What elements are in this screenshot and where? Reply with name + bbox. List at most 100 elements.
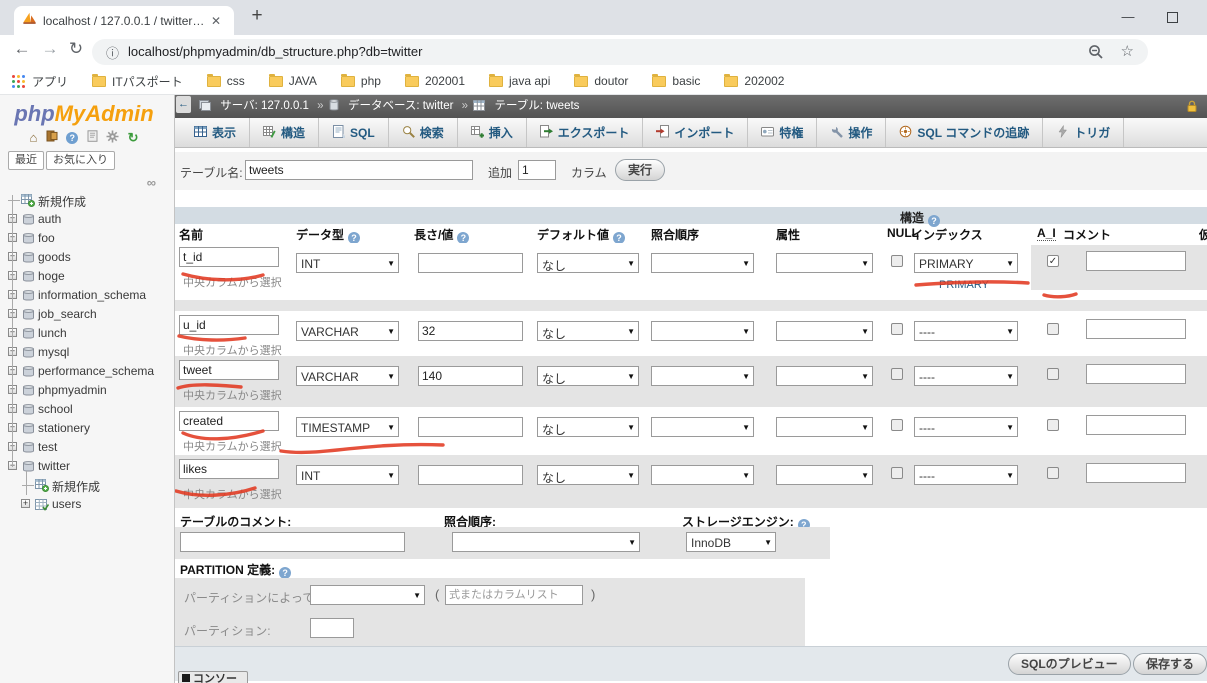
tree-item-users-label[interactable]: users	[52, 497, 81, 511]
bookmark-item[interactable]: JAVA	[268, 73, 317, 90]
breadcrumb-server[interactable]: サーバ: 127.0.0.1	[220, 100, 309, 112]
tab-操作[interactable]: 操作	[817, 118, 887, 147]
column-type-select[interactable]: TIMESTAMP ▼	[296, 417, 399, 437]
breadcrumb-table[interactable]: テーブル: tweets	[494, 100, 579, 112]
settings-icon[interactable]	[106, 130, 119, 146]
column-length-input[interactable]	[418, 417, 523, 437]
null-checkbox[interactable]	[891, 368, 903, 380]
null-checkbox[interactable]	[891, 467, 903, 479]
auto-increment-checkbox[interactable]	[1047, 419, 1059, 431]
bookmark-item[interactable]: doutor	[574, 73, 628, 90]
expander-plus-icon[interactable]: +	[21, 499, 30, 508]
column-collation-select[interactable]: ▼	[651, 321, 754, 341]
column-length-input[interactable]	[418, 465, 523, 485]
table-comment-input[interactable]	[180, 532, 405, 552]
column-default-select[interactable]: なし ▼	[537, 366, 639, 386]
tree-item-performance_schema-label[interactable]: performance_schema	[38, 364, 154, 378]
column-collation-select[interactable]: ▼	[651, 253, 754, 273]
column-attributes-select[interactable]: ▼	[776, 465, 873, 485]
column-attributes-select[interactable]: ▼	[776, 321, 873, 341]
back-icon[interactable]: ←	[10, 39, 34, 59]
bookmark-item[interactable]: 202002	[724, 73, 784, 90]
null-checkbox[interactable]	[891, 323, 903, 335]
refresh-icon[interactable]: ↻	[128, 130, 139, 146]
column-length-input[interactable]	[418, 253, 523, 273]
central-columns-link[interactable]: 中央カラムから選択	[183, 486, 282, 502]
column-collation-select[interactable]: ▼	[651, 465, 754, 485]
tree-item-twitter-new-table-label[interactable]: 新規作成	[52, 478, 100, 495]
add-columns-input[interactable]	[518, 160, 556, 180]
tab-特権[interactable]: 特権	[748, 118, 818, 147]
auto-increment-checkbox[interactable]	[1047, 467, 1059, 479]
storage-engine-select[interactable]: InnoDB ▼	[686, 532, 776, 552]
bookmark-star-icon[interactable]: ☆	[1121, 42, 1134, 60]
tree-item-auth-label[interactable]: auth	[38, 212, 61, 226]
column-default-select[interactable]: なし ▼	[537, 253, 639, 273]
maximize-button[interactable]	[1152, 0, 1192, 35]
column-default-select[interactable]: なし ▼	[537, 465, 639, 485]
auto-increment-checkbox[interactable]	[1047, 368, 1059, 380]
auto-increment-checkbox[interactable]: ✓	[1047, 255, 1059, 267]
column-length-input[interactable]	[418, 321, 523, 341]
page-info-icon[interactable]: ⓘ	[106, 43, 119, 62]
tree-item-school-label[interactable]: school	[38, 402, 73, 416]
column-comment-input[interactable]	[1086, 319, 1186, 339]
recent-button[interactable]: 最近	[8, 151, 44, 170]
column-default-select[interactable]: なし ▼	[537, 321, 639, 341]
address-bar[interactable]: ⓘ localhost/phpmyadmin/db_structure.php?…	[92, 39, 1148, 65]
preview-sql-button[interactable]: SQLのプレビュー	[1008, 653, 1131, 675]
tree-item-stationery-label[interactable]: stationery	[38, 421, 90, 435]
url-text[interactable]: localhost/phpmyadmin/db_structure.php?db…	[128, 44, 422, 59]
bookmark-item[interactable]: 202001	[404, 73, 465, 90]
tree-item-mysql-label[interactable]: mysql	[38, 345, 69, 359]
docs-icon[interactable]	[87, 130, 98, 145]
tree-item-job_search-label[interactable]: job_search	[38, 307, 97, 321]
link-icon[interactable]: ∞	[147, 175, 156, 190]
column-name-input[interactable]	[179, 315, 279, 335]
column-attributes-select[interactable]: ▼	[776, 253, 873, 273]
column-length-input[interactable]	[418, 366, 523, 386]
central-columns-link[interactable]: 中央カラムから選択	[183, 387, 282, 403]
panel-toggle-icon[interactable]: ←	[176, 96, 191, 113]
partitions-count-input[interactable]	[310, 618, 354, 638]
tab-トリガ[interactable]: トリガ	[1043, 118, 1125, 147]
tree-item-foo-label[interactable]: foo	[38, 231, 55, 245]
tab-挿入[interactable]: 挿入	[458, 118, 527, 147]
central-columns-link[interactable]: 中央カラムから選択	[183, 438, 282, 454]
column-index-select[interactable]: ---- ▼	[914, 465, 1018, 485]
column-comment-input[interactable]	[1086, 463, 1186, 483]
zoom-icon[interactable]	[1088, 44, 1104, 65]
bookmark-item[interactable]: basic	[652, 73, 700, 90]
new-tab-button[interactable]: +	[245, 5, 269, 27]
minimize-button[interactable]: —	[1108, 0, 1148, 35]
tab-表示[interactable]: 表示	[181, 118, 251, 147]
partition-expression-input[interactable]	[445, 585, 583, 605]
tree-item-test-label[interactable]: test	[38, 440, 57, 454]
home-icon[interactable]: ⌂	[29, 130, 37, 145]
column-index-select[interactable]: ---- ▼	[914, 366, 1018, 386]
save-button[interactable]: 保存する	[1133, 653, 1207, 675]
column-attributes-select[interactable]: ▼	[776, 417, 873, 437]
column-comment-input[interactable]	[1086, 364, 1186, 384]
help-icon[interactable]: ?	[66, 131, 79, 144]
column-default-select[interactable]: なし ▼	[537, 417, 639, 437]
column-index-select[interactable]: ---- ▼	[914, 321, 1018, 341]
bookmark-item[interactable]: php	[340, 73, 381, 90]
forward-icon[interactable]: →	[38, 39, 62, 59]
index-hint[interactable]: PRIMARY	[939, 279, 989, 291]
pma-logo[interactable]: phpMyAdmin	[0, 101, 168, 127]
tree-item-information_schema-label[interactable]: information_schema	[38, 288, 146, 302]
tab-close-icon[interactable]: ✕	[211, 14, 221, 28]
bookmark-item[interactable]: ITパスポート	[92, 73, 183, 90]
column-index-select[interactable]: PRIMARY ▼	[914, 253, 1018, 273]
bookmark-apps[interactable]: アプリ	[12, 73, 68, 90]
column-comment-input[interactable]	[1086, 251, 1186, 271]
tree-item-hoge-label[interactable]: hoge	[38, 269, 65, 283]
browser-tab[interactable]: localhost / 127.0.0.1 / twitter / tw ✕	[14, 6, 234, 35]
column-comment-input[interactable]	[1086, 415, 1186, 435]
tab-エクスポート[interactable]: エクスポート	[527, 118, 644, 147]
column-collation-select[interactable]: ▼	[651, 417, 754, 437]
tree-item-phpmyadmin-label[interactable]: phpmyadmin	[38, 383, 107, 397]
tab-SQL コマンドの追跡[interactable]: SQL コマンドの追跡	[886, 118, 1044, 147]
console-tab[interactable]: コンソール	[178, 671, 248, 683]
